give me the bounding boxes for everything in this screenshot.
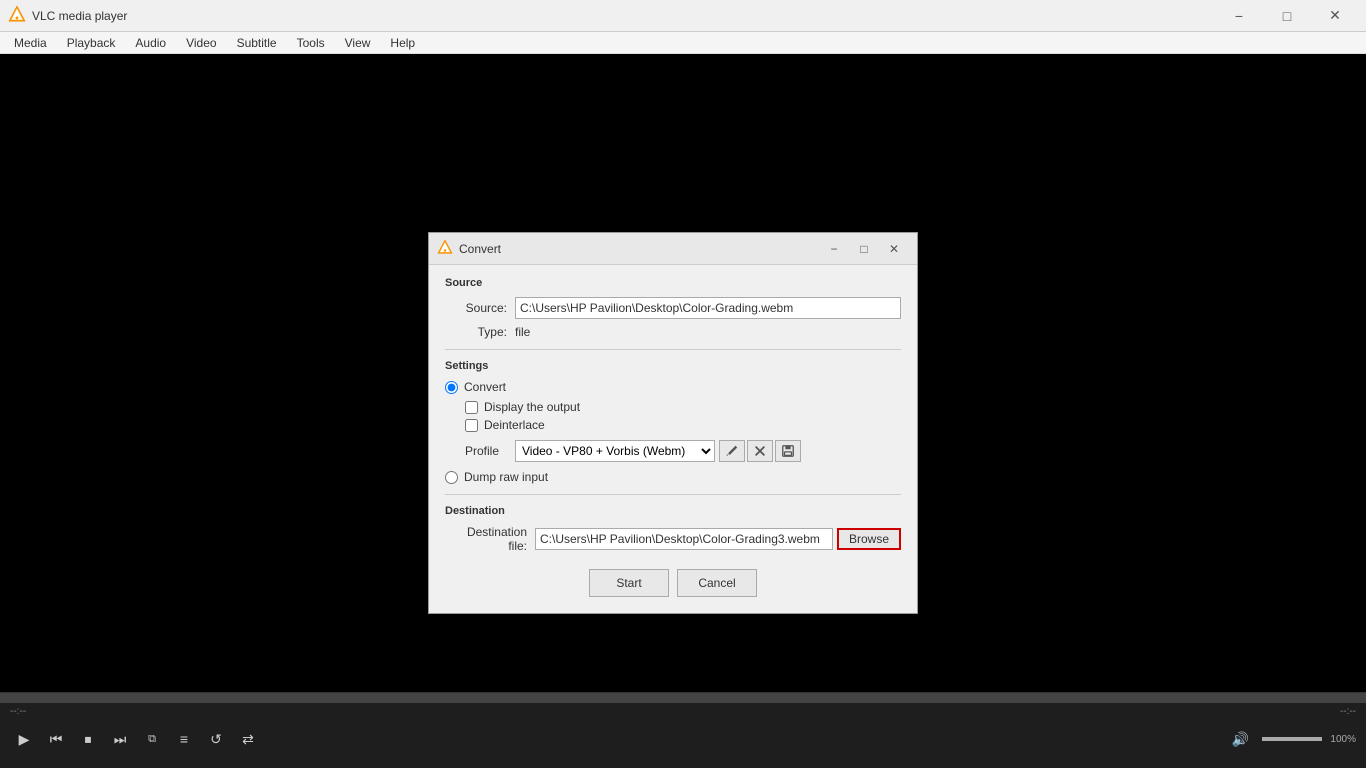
settings-section-title: Settings [445, 360, 901, 372]
destination-file-label: Destination file: [445, 525, 535, 553]
profile-save-button[interactable] [775, 440, 801, 462]
menu-media[interactable]: Media [4, 34, 57, 52]
profile-edit-button[interactable] [719, 440, 745, 462]
profile-buttons [719, 440, 801, 462]
loop-button[interactable]: ↺ [202, 725, 230, 753]
convert-dialog: Convert − □ ✕ Source Source: Type: file … [428, 232, 918, 614]
bottom-bar: --:-- --:-- ▶ ⏮ ⏹ ⏭ ⧉ ≡ ↺ ⇄ 🔊 100% [0, 692, 1366, 768]
dump-raw-label[interactable]: Dump raw input [464, 470, 548, 484]
dialog-body: Source Source: Type: file Settings Conve… [429, 265, 917, 613]
dump-raw-radio[interactable] [445, 471, 458, 484]
profile-select[interactable]: Video - VP80 + Vorbis (Webm) [515, 440, 715, 462]
menu-video[interactable]: Video [176, 34, 226, 52]
extended-settings-button[interactable]: ≡ [170, 725, 198, 753]
dump-raw-radio-row: Dump raw input [445, 470, 901, 484]
volume-fill [1262, 737, 1322, 741]
stop-button[interactable]: ⏹ [74, 725, 102, 753]
type-row: Type: file [445, 325, 901, 339]
divider-2 [445, 494, 901, 495]
minimize-button[interactable]: − [1216, 0, 1262, 32]
next-button[interactable]: ⏭ [106, 725, 134, 753]
prev-button[interactable]: ⏮ [42, 725, 70, 753]
profile-delete-button[interactable] [747, 440, 773, 462]
destination-file-input[interactable] [535, 528, 833, 550]
source-section-title: Source [445, 277, 901, 289]
menu-tools[interactable]: Tools [287, 34, 335, 52]
titlebar: VLC media player − □ ✕ [0, 0, 1366, 32]
menu-view[interactable]: View [335, 34, 381, 52]
dialog-title: Convert [459, 242, 819, 256]
deinterlace-row: Deinterlace [465, 418, 901, 432]
menu-subtitle[interactable]: Subtitle [227, 34, 287, 52]
dialog-minimize-button[interactable]: − [819, 237, 849, 261]
menu-help[interactable]: Help [380, 34, 425, 52]
deinterlace-checkbox[interactable] [465, 419, 478, 432]
frame-icon[interactable]: ⧉ [138, 725, 166, 753]
type-value: file [515, 325, 530, 339]
app-icon [8, 5, 26, 26]
cancel-button[interactable]: Cancel [677, 569, 757, 597]
dialog-icon [437, 239, 453, 258]
display-output-checkbox[interactable] [465, 401, 478, 414]
deinterlace-label[interactable]: Deinterlace [484, 418, 545, 432]
volume-icon[interactable]: 🔊 [1226, 725, 1254, 753]
time-bar: --:-- --:-- [0, 703, 1366, 719]
source-input[interactable] [515, 297, 901, 319]
action-row: Start Cancel [445, 569, 901, 597]
volume-slider[interactable] [1262, 737, 1322, 741]
profile-label: Profile [465, 444, 515, 458]
dialog-titlebar: Convert − □ ✕ [429, 233, 917, 265]
menu-audio[interactable]: Audio [125, 34, 176, 52]
profile-row: Profile Video - VP80 + Vorbis (Webm) [465, 440, 901, 462]
source-label: Source: [445, 301, 515, 315]
progress-track [0, 693, 1366, 703]
divider-1 [445, 349, 901, 350]
dialog-maximize-button[interactable]: □ [849, 237, 879, 261]
shuffle-button[interactable]: ⇄ [234, 725, 262, 753]
maximize-button[interactable]: □ [1264, 0, 1310, 32]
time-right: --:-- [1340, 706, 1356, 717]
progress-bar-area[interactable] [0, 693, 1366, 703]
volume-percent: 100% [1330, 734, 1356, 745]
destination-section-title: Destination [445, 505, 901, 517]
convert-radio-row: Convert [445, 380, 901, 394]
browse-button[interactable]: Browse [837, 528, 901, 550]
time-left: --:-- [10, 706, 26, 717]
start-button[interactable]: Start [589, 569, 669, 597]
main-area: Convert − □ ✕ Source Source: Type: file … [0, 54, 1366, 714]
dialog-close-button[interactable]: ✕ [879, 237, 909, 261]
display-output-row: Display the output [465, 400, 901, 414]
controls-row: ▶ ⏮ ⏹ ⏭ ⧉ ≡ ↺ ⇄ 🔊 100% [0, 719, 1366, 759]
convert-radio[interactable] [445, 381, 458, 394]
display-output-label[interactable]: Display the output [484, 400, 580, 414]
menu-playback[interactable]: Playback [57, 34, 126, 52]
play-button[interactable]: ▶ [10, 725, 38, 753]
menubar: Media Playback Audio Video Subtitle Tool… [0, 32, 1366, 54]
destination-row: Destination file: Browse [445, 525, 901, 553]
close-button[interactable]: ✕ [1312, 0, 1358, 32]
app-title: VLC media player [32, 9, 1216, 23]
source-row: Source: [445, 297, 901, 319]
convert-radio-label[interactable]: Convert [464, 380, 506, 394]
type-label: Type: [445, 325, 515, 339]
